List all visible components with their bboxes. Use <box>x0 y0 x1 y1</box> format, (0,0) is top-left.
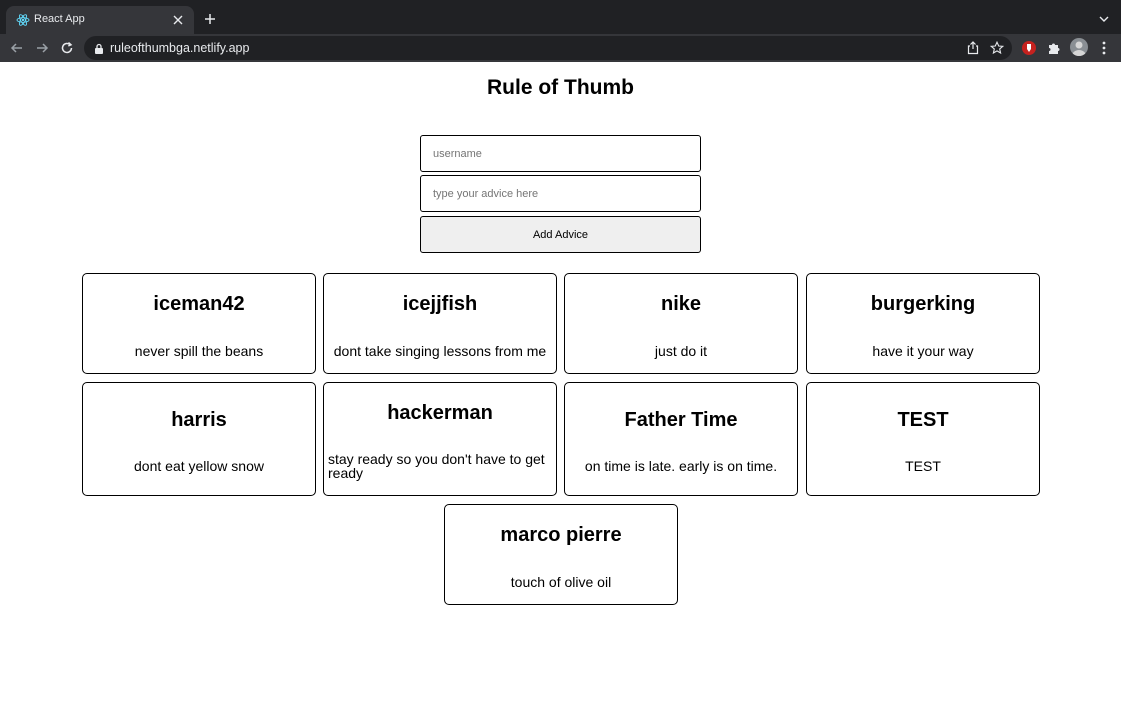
card-username: Father Time <box>624 409 738 431</box>
card-advice: TEST <box>905 458 941 474</box>
card-advice: just do it <box>654 343 708 359</box>
advice-card: iceman42 never spill the beans <box>82 273 316 374</box>
advice-card: harris dont eat yellow snow <box>82 382 316 496</box>
close-icon[interactable] <box>170 12 186 28</box>
add-advice-button[interactable]: Add Advice <box>420 216 701 253</box>
card-username: hackerman <box>387 402 493 424</box>
star-icon[interactable] <box>989 40 1005 56</box>
card-username: TEST <box>897 409 949 431</box>
tab-title: React App <box>34 13 85 25</box>
card-username: marco pierre <box>500 524 622 546</box>
card-advice: dont eat yellow snow <box>134 458 264 474</box>
advice-input[interactable] <box>420 175 701 212</box>
puzzle-icon[interactable] <box>1045 39 1063 57</box>
advice-card: nike just do it <box>564 273 798 374</box>
url-text: ruleofthumbga.netlify.app <box>110 41 250 55</box>
username-input[interactable] <box>420 135 701 172</box>
menu-icon[interactable] <box>1095 39 1113 57</box>
share-icon[interactable] <box>965 40 981 56</box>
browser-toolbar: ruleofthumbga.netlify.app <box>0 34 1121 62</box>
card-advice: touch of olive oil <box>510 574 612 590</box>
plus-icon[interactable] <box>202 11 218 27</box>
advice-card: marco pierre touch of olive oil <box>444 504 678 605</box>
react-icon <box>16 13 30 27</box>
card-advice: have it your way <box>872 343 974 359</box>
advice-card: TEST TEST <box>806 382 1040 496</box>
card-username: burgerking <box>870 293 976 315</box>
card-username: icejjfish <box>402 293 478 315</box>
address-bar[interactable]: ruleofthumbga.netlify.app <box>84 36 1012 60</box>
back-arrow-icon[interactable] <box>8 39 26 57</box>
advice-card: icejjfish dont take singing lessons from… <box>323 273 557 374</box>
card-username: nike <box>660 293 702 315</box>
card-advice: dont take singing lessons from me <box>333 343 547 359</box>
card-advice: never spill the beans <box>134 343 264 359</box>
browser-tab[interactable]: React App <box>6 6 194 34</box>
advice-card: burgerking have it your way <box>806 273 1040 374</box>
advice-card: Father Time on time is late. early is on… <box>564 382 798 496</box>
card-advice: on time is late. early is on time. <box>584 458 778 474</box>
card-username: iceman42 <box>153 293 245 315</box>
browser-tabstrip: React App <box>0 0 1121 34</box>
avatar[interactable] <box>1070 38 1088 56</box>
forward-arrow-icon[interactable] <box>33 39 51 57</box>
card-advice: stay ready so you don't have to get read… <box>328 451 545 481</box>
chevron-down-icon[interactable] <box>1097 12 1111 26</box>
lock-icon <box>94 42 104 54</box>
reload-icon[interactable] <box>58 39 76 57</box>
card-username: harris <box>171 409 227 431</box>
extension-shield-icon[interactable] <box>1020 39 1038 57</box>
advice-card: hackerman stay ready so you don't have t… <box>323 382 557 496</box>
page-title: Rule of Thumb <box>487 76 634 99</box>
